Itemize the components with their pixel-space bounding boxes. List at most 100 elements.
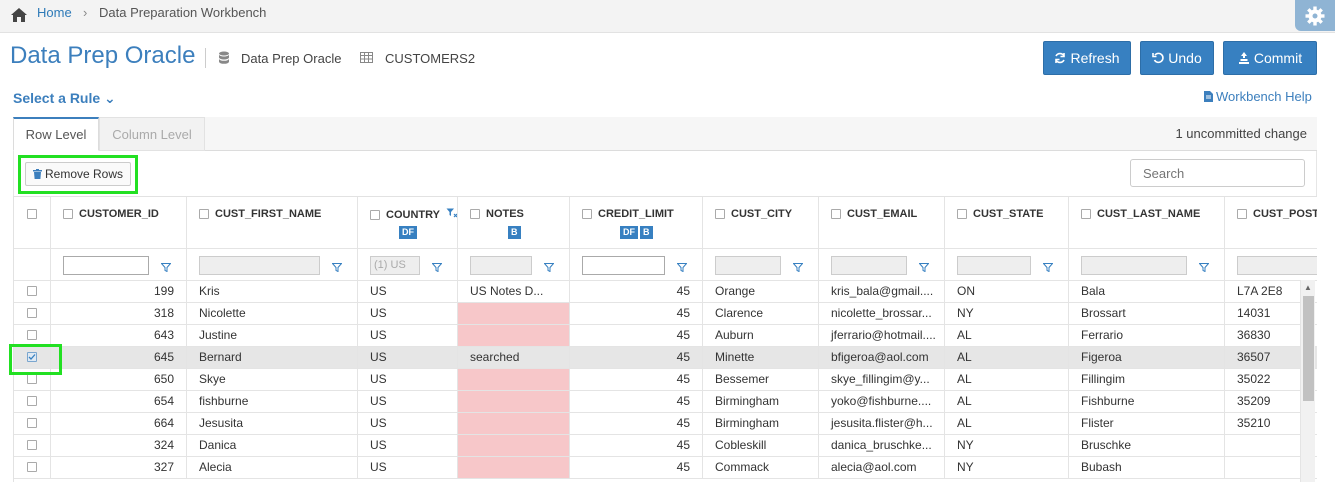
remove-rows-button[interactable]: Remove Rows: [25, 162, 131, 186]
table-cell[interactable]: US: [358, 281, 458, 303]
table-cell[interactable]: kris_bala@gmail....: [819, 281, 945, 303]
table-cell[interactable]: [458, 413, 570, 435]
table-cell[interactable]: Clarence: [703, 303, 819, 325]
table-cell[interactable]: 650: [51, 369, 187, 391]
table-cell[interactable]: Fillingim: [1069, 369, 1225, 391]
table-cell[interactable]: Auburn: [703, 325, 819, 347]
column-filter-input[interactable]: [1237, 256, 1317, 275]
undo-button[interactable]: Undo: [1140, 41, 1214, 75]
table-cell[interactable]: 643: [51, 325, 187, 347]
tab-column-level[interactable]: Column Level: [99, 117, 205, 151]
table-cell[interactable]: 645: [51, 347, 187, 369]
table-cell[interactable]: Justine: [187, 325, 358, 347]
filter-funnel-icon[interactable]: [431, 261, 443, 275]
rule-select-dropdown[interactable]: Select a Rule ⌄: [13, 90, 116, 107]
table-cell[interactable]: 45: [570, 457, 703, 479]
tab-row-level[interactable]: Row Level: [13, 117, 99, 151]
filter-funnel-icon[interactable]: [1198, 261, 1210, 275]
row-checkbox[interactable]: [27, 308, 37, 318]
table-cell[interactable]: 45: [570, 369, 703, 391]
column-header-cust_city[interactable]: CUST_CITY: [703, 197, 819, 249]
filter-funnel-icon[interactable]: [676, 261, 688, 275]
table-cell[interactable]: Ferrario: [1069, 325, 1225, 347]
commit-button[interactable]: Commit: [1223, 41, 1317, 75]
column-select-checkbox[interactable]: [715, 209, 725, 219]
table-cell[interactable]: AL: [945, 413, 1069, 435]
row-checkbox[interactable]: [27, 418, 37, 428]
table-cell[interactable]: ON: [945, 281, 1069, 303]
table-cell[interactable]: Orange: [703, 281, 819, 303]
table-cell[interactable]: Bala: [1069, 281, 1225, 303]
column-filter-input[interactable]: [831, 256, 907, 275]
table-cell[interactable]: 45: [570, 391, 703, 413]
column-header-cust_email[interactable]: CUST_EMAIL: [819, 197, 945, 249]
table-cell[interactable]: US: [358, 435, 458, 457]
table-cell[interactable]: Flister: [1069, 413, 1225, 435]
table-cell[interactable]: [458, 369, 570, 391]
filter-funnel-icon[interactable]: [792, 261, 804, 275]
column-select-checkbox[interactable]: [1081, 209, 1091, 219]
table-cell[interactable]: NY: [945, 435, 1069, 457]
row-checkbox[interactable]: [27, 396, 37, 406]
table-cell[interactable]: AL: [945, 369, 1069, 391]
table-cell[interactable]: 199: [51, 281, 187, 303]
table-cell[interactable]: US: [358, 413, 458, 435]
column-filter-input[interactable]: (1) US: [370, 256, 420, 275]
table-cell[interactable]: nicolette_brossar...: [819, 303, 945, 325]
table-cell[interactable]: Fishburne: [1069, 391, 1225, 413]
table-cell[interactable]: [458, 457, 570, 479]
table-cell[interactable]: Figeroa: [1069, 347, 1225, 369]
table-cell[interactable]: [458, 325, 570, 347]
column-select-checkbox[interactable]: [63, 209, 73, 219]
table-cell[interactable]: 45: [570, 303, 703, 325]
table-cell[interactable]: Skye: [187, 369, 358, 391]
filter-funnel-icon[interactable]: [918, 261, 930, 275]
table-cell[interactable]: NY: [945, 457, 1069, 479]
table-cell[interactable]: Minette: [703, 347, 819, 369]
table-cell[interactable]: Alecia: [187, 457, 358, 479]
table-cell[interactable]: jesusita.flister@h...: [819, 413, 945, 435]
refresh-button[interactable]: Refresh: [1043, 41, 1131, 75]
row-checkbox[interactable]: [27, 286, 37, 296]
table-cell[interactable]: Danica: [187, 435, 358, 457]
table-cell[interactable]: Bessemer: [703, 369, 819, 391]
filter-funnel-icon[interactable]: [543, 261, 555, 275]
column-select-checkbox[interactable]: [199, 209, 209, 219]
table-cell[interactable]: Bernard: [187, 347, 358, 369]
table-cell[interactable]: fishburne: [187, 391, 358, 413]
workbench-help-link[interactable]: Workbench Help: [1204, 89, 1312, 104]
row-checkbox[interactable]: [27, 374, 37, 384]
table-cell[interactable]: 45: [570, 325, 703, 347]
table-cell[interactable]: yoko@fishburne....: [819, 391, 945, 413]
filter-funnel-icon[interactable]: [160, 261, 172, 275]
grid-scrollbar[interactable]: ▲: [1300, 280, 1315, 482]
table-cell[interactable]: US: [358, 457, 458, 479]
table-cell[interactable]: bfigeroa@aol.com: [819, 347, 945, 369]
table-cell[interactable]: Birmingham: [703, 391, 819, 413]
table-cell[interactable]: US: [358, 369, 458, 391]
table-cell[interactable]: AL: [945, 325, 1069, 347]
table-cell[interactable]: Brossart: [1069, 303, 1225, 325]
column-filter-input[interactable]: [63, 256, 149, 275]
table-cell[interactable]: 45: [570, 347, 703, 369]
table-cell[interactable]: Kris: [187, 281, 358, 303]
table-cell[interactable]: [458, 391, 570, 413]
table-cell[interactable]: [458, 303, 570, 325]
table-cell[interactable]: AL: [945, 391, 1069, 413]
settings-button[interactable]: [1295, 0, 1335, 31]
table-cell[interactable]: Cobleskill: [703, 435, 819, 457]
search-input[interactable]: [1130, 159, 1305, 187]
column-header-cust_postal[interactable]: CUST_POSTAL_: [1225, 197, 1317, 249]
table-cell[interactable]: Birmingham: [703, 413, 819, 435]
filter-funnel-icon[interactable]: [1042, 261, 1054, 275]
table-cell[interactable]: Commack: [703, 457, 819, 479]
column-header-notes[interactable]: NOTES B: [458, 197, 570, 249]
row-checkbox[interactable]: [27, 462, 37, 472]
table-cell[interactable]: 664: [51, 413, 187, 435]
table-cell[interactable]: Bruschke: [1069, 435, 1225, 457]
scroll-up-arrow-icon[interactable]: ▲: [1304, 283, 1312, 292]
table-cell[interactable]: jferrario@hotmail....: [819, 325, 945, 347]
table-cell[interactable]: US: [358, 347, 458, 369]
column-filter-input[interactable]: [470, 256, 532, 275]
table-cell[interactable]: 45: [570, 435, 703, 457]
